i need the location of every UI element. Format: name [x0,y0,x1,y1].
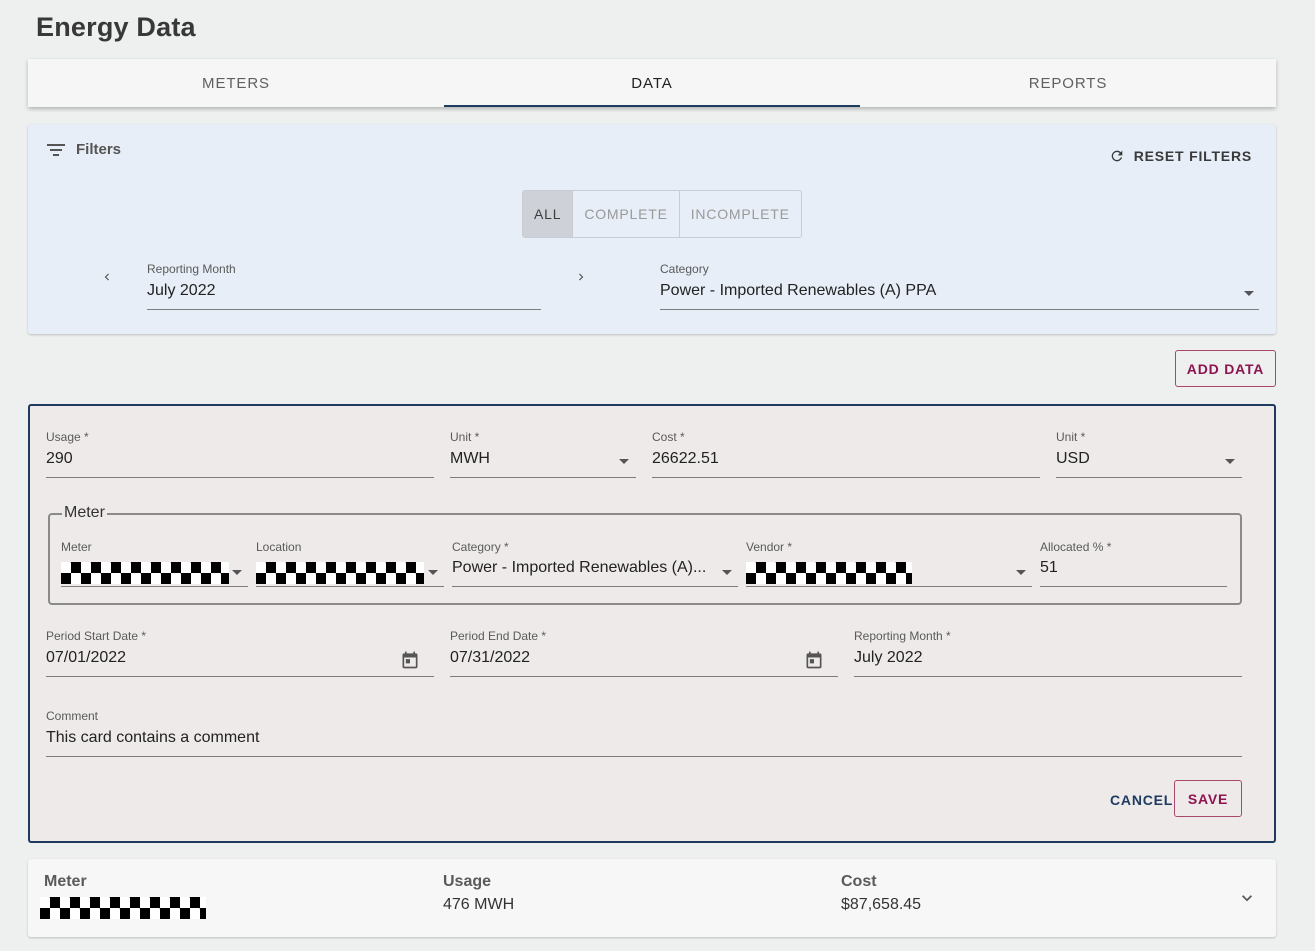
status-complete-button[interactable]: COMPLETE [573,191,680,237]
reporting-month-value: July 2022 [147,282,216,299]
location-label: Location [256,540,302,554]
meter-category-select[interactable]: Power - Imported Renewables (A)... [452,559,738,587]
redacted-location-value [256,562,424,584]
cost-unit-label: Unit * [1056,430,1086,444]
period-end-value: 07/31/2022 [450,649,531,666]
tab-meters[interactable]: METERS [28,59,444,107]
usage-value: 290 [46,450,73,467]
filters-panel: Filters RESET FILTERS ALL COMPLETE INCOM… [28,124,1276,334]
meter-category-value: Power - Imported Renewables (A)... [452,559,707,576]
chevron-left-icon[interactable] [100,270,114,284]
vendor-select[interactable] [746,559,1032,587]
calendar-icon[interactable] [400,649,420,671]
cost-label: Cost * [652,430,685,444]
cost-input[interactable]: 26622.51 [652,450,1040,478]
period-start-label: Period Start Date * [46,629,147,643]
chevron-down-icon [1016,570,1026,575]
category-filter-label: Category [660,262,709,276]
summary-usage-label: Usage [443,873,492,890]
usage-label: Usage * [46,430,89,444]
period-start-value: 07/01/2022 [46,649,127,666]
category-filter-select[interactable]: Power - Imported Renewables (A) PPA [660,282,1259,310]
meter-group: Meter Meter Location Category * Power - … [48,504,1242,605]
meter-category-label: Category * [452,540,509,554]
cost-value: 26622.51 [652,450,719,467]
summary-cost-label: Cost [841,873,877,890]
usage-unit-select[interactable]: MWH [450,450,636,478]
cost-unit-value: USD [1056,450,1090,467]
period-start-input[interactable]: 07/01/2022 [46,649,434,677]
allocated-label: Allocated % * [1040,540,1112,554]
allocated-value: 51 [1040,559,1058,576]
period-end-label: Period End Date * [450,629,547,643]
comment-input[interactable]: This card contains a comment [46,729,1242,757]
summary-meter-label: Meter [44,873,87,890]
reporting-month-label: Reporting Month [147,262,236,276]
filter-icon [47,143,65,156]
refresh-icon [1111,150,1123,162]
comment-value: This card contains a comment [46,729,260,746]
reset-filters-label: RESET FILTERS [1133,148,1252,164]
data-edit-card: Usage * 290 Unit * MWH Cost * 26622.51 U… [28,404,1276,843]
tab-bar: METERS DATA REPORTS [28,59,1276,107]
redacted-meter-value [61,562,229,584]
comment-label: Comment [46,709,99,723]
chevron-down-icon [1225,459,1235,464]
save-button[interactable]: SAVE [1174,780,1242,817]
cancel-button[interactable]: CANCEL [1110,782,1173,818]
chevron-down-icon [1244,291,1254,296]
chevron-down-icon [619,459,629,464]
chevron-down-icon [232,570,242,575]
period-end-input[interactable]: 07/31/2022 [450,649,838,677]
filters-header: Filters [46,141,121,158]
redacted-vendor-value [746,562,912,584]
allocated-input[interactable]: 51 [1040,559,1227,587]
usage-unit-label: Unit * [450,430,480,444]
meter-select[interactable] [61,559,248,587]
add-data-button[interactable]: ADD DATA [1175,350,1276,387]
reporting-month-field[interactable]: July 2022 [147,282,541,310]
summary-cost-value: $87,658.45 [841,896,922,913]
vendor-label: Vendor * [746,540,793,554]
card-reporting-month-label: Reporting Month * [854,629,951,643]
category-filter-value: Power - Imported Renewables (A) PPA [660,282,937,299]
expand-chevron-icon[interactable] [1236,888,1258,908]
status-all-button[interactable]: ALL [523,191,574,237]
filters-title: Filters [76,141,122,158]
meter-group-legend: Meter [62,504,107,522]
tab-data[interactable]: DATA [444,59,860,107]
meter-label: Meter [61,540,92,554]
data-summary-row[interactable]: Meter Usage 476 MWH Cost $87,658.45 [28,859,1276,937]
calendar-icon[interactable] [804,649,824,671]
chevron-down-icon [428,570,438,575]
chevron-right-icon[interactable] [574,270,588,284]
card-reporting-month-input[interactable]: July 2022 [854,649,1242,677]
tab-reports[interactable]: REPORTS [860,59,1276,107]
status-toggle-group: ALL COMPLETE INCOMPLETE [522,190,802,238]
usage-unit-value: MWH [450,450,490,467]
card-reporting-month-value: July 2022 [854,649,923,666]
cost-unit-select[interactable]: USD [1056,450,1242,478]
summary-usage-value: 476 MWH [443,896,515,913]
usage-input[interactable]: 290 [46,450,434,478]
page-title: Energy Data [36,12,196,42]
reset-filters-button[interactable]: RESET FILTERS [1109,148,1252,164]
redacted-summary-meter [40,897,206,919]
status-incomplete-button[interactable]: INCOMPLETE [680,191,801,237]
location-select[interactable] [256,559,444,587]
chevron-down-icon [722,570,732,575]
